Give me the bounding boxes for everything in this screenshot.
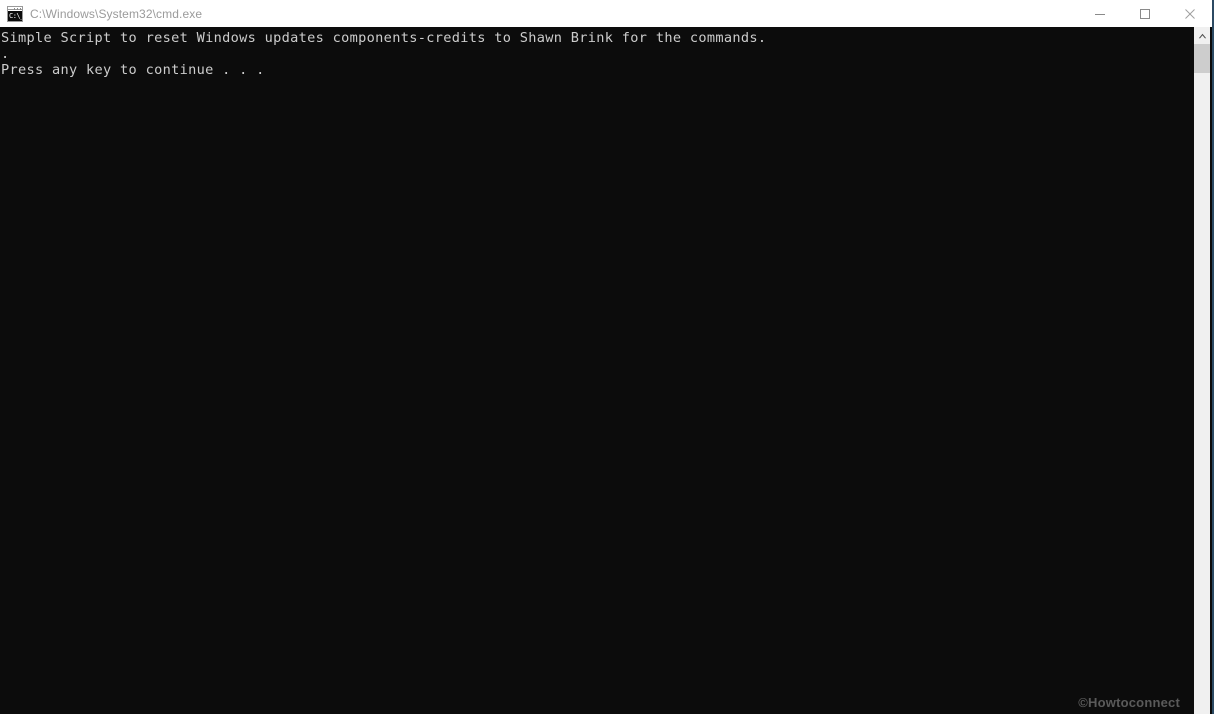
cmd-icon-dots	[14, 7, 21, 10]
watermark: ©Howtoconnect	[1078, 695, 1180, 710]
scroll-up-arrow-icon[interactable]	[1194, 27, 1210, 44]
close-button[interactable]	[1167, 0, 1212, 27]
cmd-icon[interactable]: C:\_	[7, 5, 23, 22]
cmd-window: C:\_ C:\Windows\System32\cmd.exe	[0, 0, 1214, 714]
window-controls	[1077, 0, 1212, 27]
title-bar[interactable]: C:\_ C:\Windows\System32\cmd.exe	[0, 0, 1212, 27]
maximize-button[interactable]	[1122, 0, 1167, 27]
window-title: C:\Windows\System32\cmd.exe	[30, 6, 203, 21]
vertical-scrollbar[interactable]	[1194, 27, 1210, 714]
scrollbar-track[interactable]	[1194, 73, 1210, 714]
cmd-icon-titlestrip	[8, 6, 22, 10]
console-text: Simple Script to reset Windows updates c…	[1, 30, 767, 78]
scrollbar-thumb[interactable]	[1194, 44, 1210, 73]
console-output-area[interactable]: Simple Script to reset Windows updates c…	[0, 27, 1196, 714]
minimize-button[interactable]	[1077, 0, 1122, 27]
cmd-icon-prompt: C:\_	[8, 10, 22, 21]
